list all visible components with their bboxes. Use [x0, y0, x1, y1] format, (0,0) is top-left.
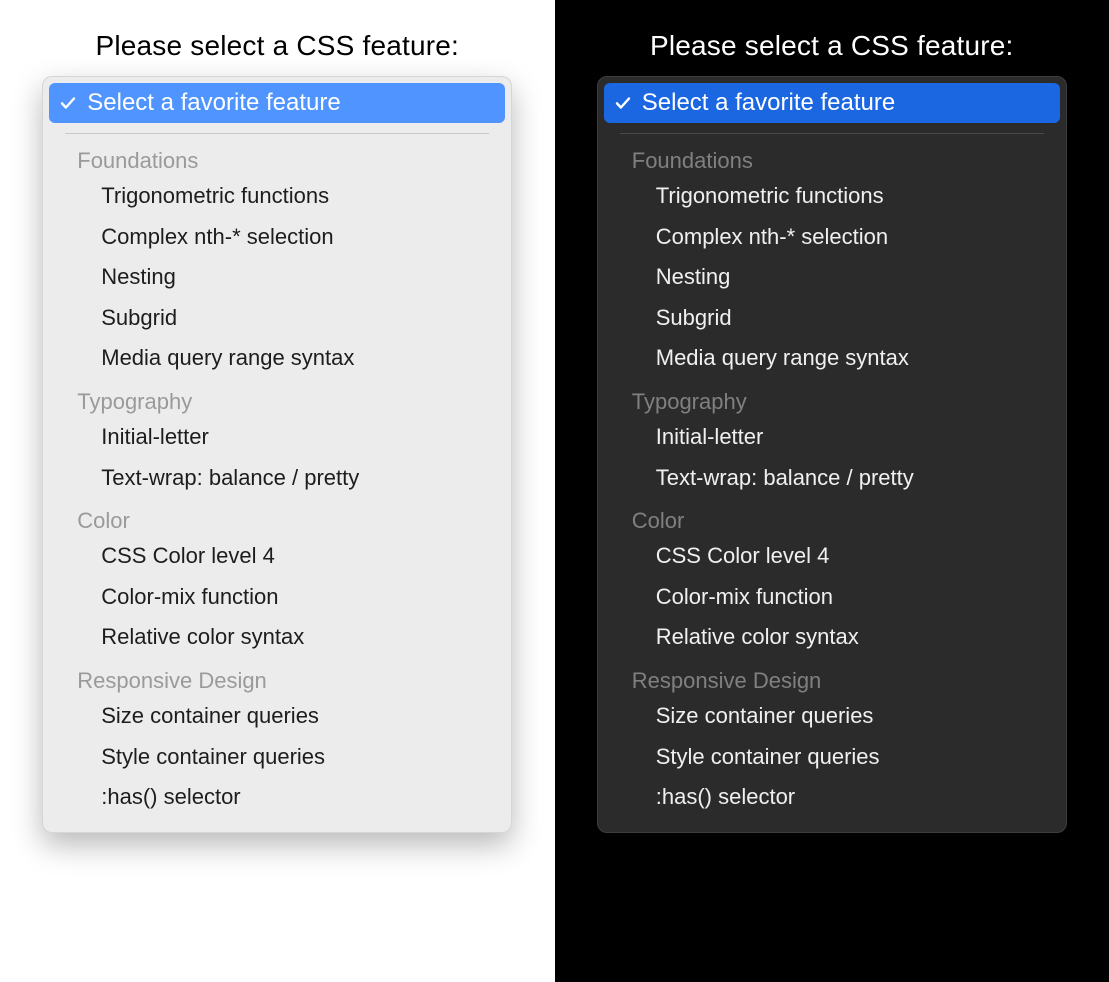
option-trigonometric-functions[interactable]: Trigonometric functions — [49, 176, 505, 217]
group-label-typography: Typography — [604, 379, 1060, 417]
option-text-wrap-balance-pretty[interactable]: Text-wrap: balance / pretty — [49, 458, 505, 499]
option-style-container-queries[interactable]: Style container queries — [49, 737, 505, 778]
option-color-mix-function[interactable]: Color-mix function — [49, 577, 505, 618]
option-relative-color-syntax[interactable]: Relative color syntax — [604, 617, 1060, 658]
select-dropdown[interactable]: Select a favorite feature Foundations Tr… — [597, 76, 1067, 833]
divider — [65, 133, 489, 134]
group-label-color: Color — [49, 498, 505, 536]
group-label-foundations: Foundations — [49, 138, 505, 176]
selected-option-label: Select a favorite feature — [87, 89, 340, 117]
option-initial-letter[interactable]: Initial-letter — [49, 417, 505, 458]
option-nesting[interactable]: Nesting — [604, 257, 1060, 298]
divider — [620, 133, 1044, 134]
selected-option[interactable]: Select a favorite feature — [604, 83, 1060, 123]
light-mode-pane: Please select a CSS feature: Select a fa… — [0, 0, 555, 982]
option-size-container-queries[interactable]: Size container queries — [604, 696, 1060, 737]
option-css-color-level-4[interactable]: CSS Color level 4 — [49, 536, 505, 577]
check-icon — [614, 94, 632, 112]
option-media-query-range-syntax[interactable]: Media query range syntax — [49, 338, 505, 379]
option-text-wrap-balance-pretty[interactable]: Text-wrap: balance / pretty — [604, 458, 1060, 499]
dark-mode-pane: Please select a CSS feature: Select a fa… — [555, 0, 1109, 982]
option-trigonometric-functions[interactable]: Trigonometric functions — [604, 176, 1060, 217]
selected-option[interactable]: Select a favorite feature — [49, 83, 505, 123]
option-complex-nth-selection[interactable]: Complex nth-* selection — [604, 217, 1060, 258]
check-icon — [59, 94, 77, 112]
option-complex-nth-selection[interactable]: Complex nth-* selection — [49, 217, 505, 258]
option-css-color-level-4[interactable]: CSS Color level 4 — [604, 536, 1060, 577]
option-has-selector[interactable]: :has() selector — [604, 777, 1060, 818]
group-label-color: Color — [604, 498, 1060, 536]
select-dropdown[interactable]: Select a favorite feature Foundations Tr… — [42, 76, 512, 833]
option-relative-color-syntax[interactable]: Relative color syntax — [49, 617, 505, 658]
selected-option-label: Select a favorite feature — [642, 89, 895, 117]
group-label-foundations: Foundations — [604, 138, 1060, 176]
option-initial-letter[interactable]: Initial-letter — [604, 417, 1060, 458]
option-color-mix-function[interactable]: Color-mix function — [604, 577, 1060, 618]
option-style-container-queries[interactable]: Style container queries — [604, 737, 1060, 778]
prompt-label: Please select a CSS feature: — [95, 30, 459, 62]
group-label-typography: Typography — [49, 379, 505, 417]
prompt-label: Please select a CSS feature: — [650, 30, 1014, 62]
group-label-responsive-design: Responsive Design — [49, 658, 505, 696]
option-subgrid[interactable]: Subgrid — [604, 298, 1060, 339]
group-label-responsive-design: Responsive Design — [604, 658, 1060, 696]
option-media-query-range-syntax[interactable]: Media query range syntax — [604, 338, 1060, 379]
option-subgrid[interactable]: Subgrid — [49, 298, 505, 339]
option-has-selector[interactable]: :has() selector — [49, 777, 505, 818]
option-size-container-queries[interactable]: Size container queries — [49, 696, 505, 737]
option-nesting[interactable]: Nesting — [49, 257, 505, 298]
